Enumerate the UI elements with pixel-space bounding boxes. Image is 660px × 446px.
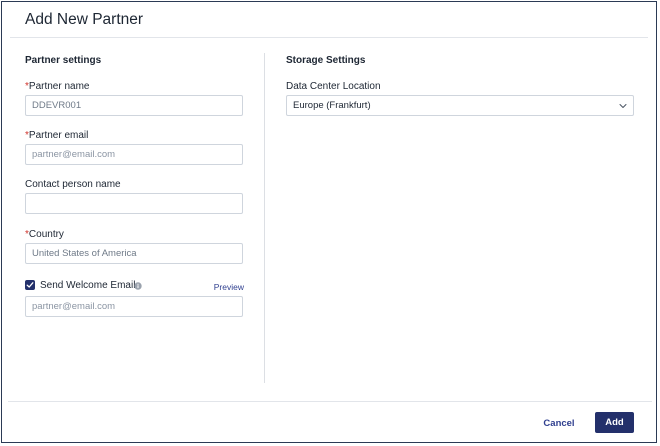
- country-label-text: Country: [28, 229, 64, 240]
- send-welcome-email-checkbox[interactable]: [25, 280, 35, 290]
- partner-name-input[interactable]: [25, 95, 243, 116]
- cancel-button[interactable]: Cancel: [536, 413, 582, 433]
- partner-name-label-text: Partner name: [28, 81, 90, 92]
- welcome-email-input[interactable]: [25, 296, 243, 317]
- footer-divider: [8, 401, 652, 402]
- partner-email-label-text: Partner email: [28, 130, 89, 141]
- partner-email-label: *Partner email: [25, 130, 88, 141]
- preview-link[interactable]: Preview: [214, 282, 244, 292]
- add-partner-dialog: Add New Partner: [1, 1, 657, 443]
- header-divider: [10, 37, 648, 38]
- add-button[interactable]: Add: [595, 412, 634, 433]
- partner-settings-heading: Partner settings: [25, 55, 102, 66]
- partner-name-label: *Partner name: [25, 81, 90, 92]
- data-center-select[interactable]: Europe (Frankfurt): [286, 95, 634, 116]
- dialog-title: Add New Partner: [25, 11, 144, 28]
- send-welcome-email-label: Send Welcome Email: [40, 280, 136, 291]
- storage-settings-heading: Storage Settings: [286, 55, 366, 66]
- data-center-selected-value: Europe (Frankfurt): [293, 100, 371, 111]
- column-divider: [264, 53, 265, 383]
- contact-person-label: Contact person name: [25, 179, 121, 190]
- country-label: *Country: [25, 229, 64, 240]
- country-input[interactable]: [25, 243, 243, 264]
- checkmark-icon: [26, 282, 34, 288]
- partner-email-input[interactable]: [25, 144, 243, 165]
- data-center-label: Data Center Location: [286, 81, 381, 92]
- chevron-down-icon: [619, 104, 627, 108]
- contact-person-input[interactable]: [25, 193, 243, 214]
- info-icon[interactable]: [134, 282, 142, 290]
